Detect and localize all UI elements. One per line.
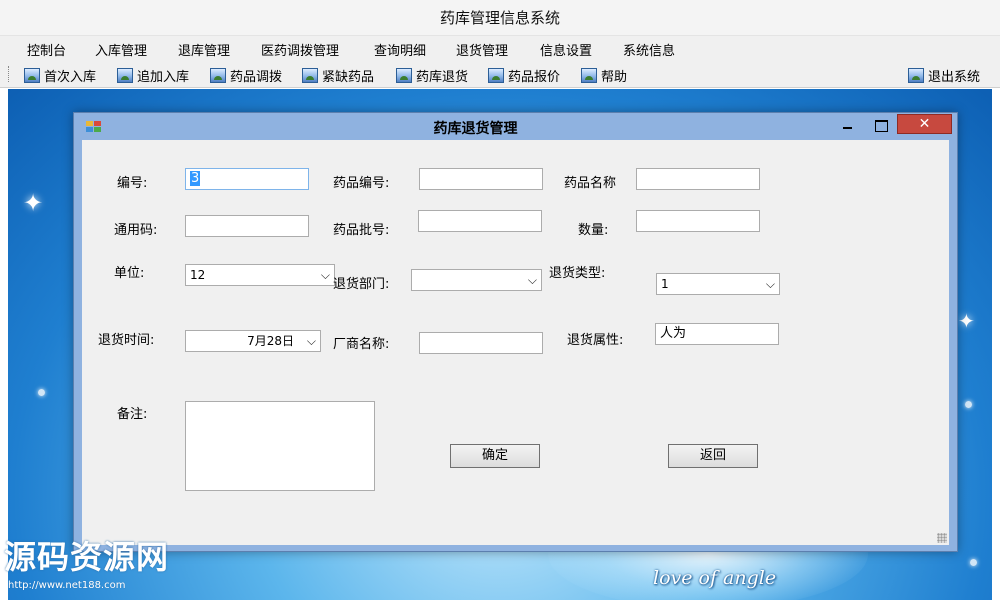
- toolbar-label: 首次入库: [44, 69, 97, 85]
- chevron-down-icon: ⌵: [306, 334, 316, 348]
- toolbar-drug-quote-button[interactable]: 药品报价: [488, 66, 561, 85]
- return-time-label: 退货时间:: [98, 333, 155, 348]
- toolbar-label: 退出系统: [928, 69, 981, 85]
- chevron-down-icon: ⌵: [320, 268, 330, 282]
- batch-no-label: 药品批号:: [333, 223, 390, 238]
- return-time-datepicker[interactable]: 7月28日 ⌵: [185, 330, 321, 352]
- menu-item-returns[interactable]: 退货管理: [456, 40, 508, 59]
- picture-icon: [210, 67, 226, 83]
- toolbar-grip[interactable]: [8, 66, 11, 82]
- toolbar-append-stock-in-button[interactable]: 追加入库: [117, 66, 190, 85]
- drug-code-field[interactable]: [419, 168, 543, 190]
- bubble-dot: [970, 559, 977, 566]
- return-dept-label: 退货部门:: [333, 277, 390, 292]
- drug-code-label: 药品编号:: [333, 176, 390, 191]
- bubble-dot: [965, 401, 972, 408]
- toolbar-stock-return-button[interactable]: 药库退货: [396, 66, 469, 85]
- return-type-select[interactable]: 1 ⌵: [656, 273, 780, 295]
- app-title: 药库管理信息系统: [0, 0, 1000, 36]
- picture-icon: [488, 67, 504, 83]
- menu-item-system-info[interactable]: 系统信息: [623, 40, 675, 59]
- id-field[interactable]: 3: [185, 168, 309, 190]
- vendor-field[interactable]: [419, 332, 543, 354]
- menu-item-stock-in[interactable]: 入库管理: [95, 40, 147, 59]
- resize-grip[interactable]: [937, 533, 947, 543]
- unit-select[interactable]: 12 ⌵: [185, 264, 335, 286]
- unit-value: 12: [190, 268, 206, 282]
- toolbar-label: 药品调拨: [230, 69, 283, 85]
- picture-icon: [908, 67, 924, 83]
- watermark-brand: 源码资源网: [4, 538, 170, 576]
- return-attr-label: 退货属性:: [567, 333, 624, 348]
- chevron-down-icon: ⌵: [527, 273, 537, 287]
- close-icon: ✕: [918, 116, 931, 132]
- picture-icon: [24, 67, 40, 83]
- return-type-label: 退货类型:: [549, 266, 606, 281]
- menu-item-transfer[interactable]: 医药调拨管理: [261, 40, 339, 59]
- quantity-field[interactable]: [636, 210, 760, 232]
- toolbar-label: 药库退货: [416, 69, 469, 85]
- vendor-label: 厂商名称:: [333, 337, 390, 352]
- return-type-value: 1: [661, 277, 669, 291]
- menu-item-query[interactable]: 查询明细: [374, 40, 426, 59]
- picture-icon: [302, 67, 318, 83]
- toolbar-drug-transfer-button[interactable]: 药品调拨: [210, 66, 283, 85]
- toolbar-shortage-drugs-button[interactable]: 紧缺药品: [302, 66, 375, 85]
- toolbar-first-stock-in-button[interactable]: 首次入库: [24, 66, 97, 85]
- menu-bar: 控制台 入库管理 退库管理 医药调拨管理 查询明细 退货管理 信息设置 系统信息: [0, 36, 1000, 60]
- confirm-button[interactable]: 确定: [450, 444, 540, 468]
- return-attr-field[interactable]: 人为: [655, 323, 779, 345]
- id-value: 3: [190, 171, 201, 186]
- picture-icon: [581, 67, 597, 83]
- sparkle-icon: ✦: [23, 189, 44, 217]
- remark-label: 备注:: [117, 407, 148, 422]
- toolbar: 首次入库 追加入库 药品调拨 紧缺药品 药库退货 药品报价 帮助 退出系统: [0, 60, 1000, 88]
- menu-item-stock-return[interactable]: 退库管理: [178, 40, 230, 59]
- toolbar-help-button[interactable]: 帮助: [581, 66, 628, 85]
- return-dept-select[interactable]: ⌵: [411, 269, 542, 291]
- chevron-down-icon: ⌵: [765, 277, 775, 291]
- unit-label: 单位:: [114, 266, 145, 281]
- dialog-titlebar[interactable]: 药库退货管理 ✕: [74, 113, 957, 140]
- toolbar-label: 紧缺药品: [322, 69, 375, 85]
- toolbar-label: 药品报价: [508, 69, 561, 85]
- general-code-label: 通用码:: [114, 223, 158, 238]
- back-button[interactable]: 返回: [668, 444, 758, 468]
- return-time-value: 7月28日: [247, 334, 294, 348]
- maximize-button[interactable]: [870, 117, 890, 135]
- picture-icon: [396, 67, 412, 83]
- batch-no-field[interactable]: [418, 210, 542, 232]
- menu-item-console[interactable]: 控制台: [27, 40, 66, 59]
- remark-textarea[interactable]: [185, 401, 375, 491]
- id-label: 编号:: [117, 176, 148, 191]
- menu-item-settings[interactable]: 信息设置: [540, 40, 592, 59]
- dialog-form: 编号: 3 药品编号: 药品名称 通用码: 药品批号: 数量: 单位: 12 ⌵ …: [82, 140, 949, 545]
- drug-name-field[interactable]: [636, 168, 760, 190]
- toolbar-label: 追加入库: [137, 69, 190, 85]
- general-code-field[interactable]: [185, 215, 309, 237]
- bubble-dot: [38, 389, 45, 396]
- minimize-button[interactable]: [838, 117, 858, 135]
- drug-name-label: 药品名称: [564, 176, 617, 191]
- sparkle-icon: ✦: [958, 309, 975, 333]
- picture-icon: [117, 67, 133, 83]
- background-tagline: love of angle: [653, 567, 777, 589]
- close-button[interactable]: ✕: [897, 114, 952, 134]
- toolbar-exit-button[interactable]: 退出系统: [908, 66, 981, 85]
- watermark-url: http://www.net188.com: [8, 580, 126, 591]
- toolbar-label: 帮助: [601, 69, 628, 85]
- dialog-title: 药库退货管理: [433, 121, 518, 137]
- return-management-dialog: 药库退货管理 ✕ 编号: 3 药品编号: 药品名称 通用码: 药品批号: 数量:…: [73, 112, 958, 552]
- quantity-label: 数量:: [578, 223, 609, 238]
